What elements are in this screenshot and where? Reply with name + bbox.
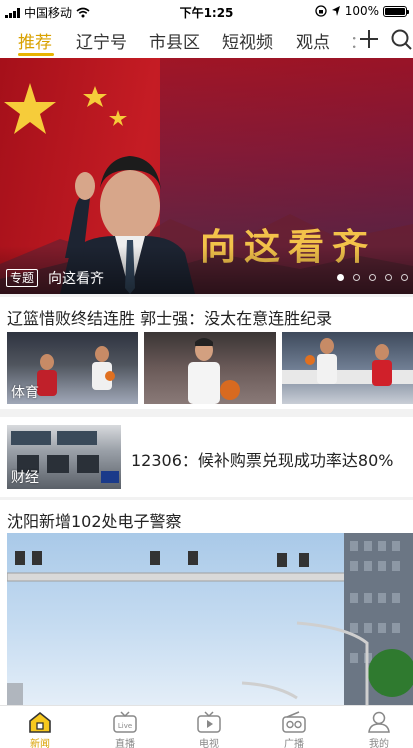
bottom-nav: 新闻 Live 直播 电视 广播 我的 (0, 705, 413, 748)
nav-tv[interactable]: 电视 (184, 710, 234, 748)
location-icon (331, 6, 340, 16)
nav-label: 电视 (199, 739, 219, 748)
search-icon[interactable] (390, 28, 412, 50)
nav-radio[interactable]: 广播 (269, 710, 319, 748)
home-icon (29, 711, 51, 733)
tab-liaoning[interactable]: 辽宁号 (76, 28, 127, 53)
tab-recommend[interactable]: 推荐 (18, 28, 52, 53)
category-label: 财经 (11, 470, 39, 486)
nav-me[interactable]: 我的 (354, 710, 404, 748)
category-label: 体育 (11, 385, 39, 401)
plus-icon[interactable] (357, 27, 381, 51)
article-title: 辽篮惜败终结连胜 郭士强：没太在意连胜纪录 (7, 309, 333, 328)
battery-percent: 100% (344, 4, 379, 18)
tab-opinion[interactable]: 观点 (296, 28, 330, 53)
radio-icon (282, 711, 306, 733)
rotation-lock-icon (315, 5, 327, 17)
article-image (282, 332, 413, 404)
battery-icon (383, 5, 409, 17)
nav-label: 直播 (115, 739, 135, 748)
svg-text:Live: Live (118, 722, 132, 730)
article-card-traffic[interactable]: 沈阳新增102处电子警察 (0, 500, 413, 705)
nav-live[interactable]: Live 直播 (100, 710, 150, 748)
tab-county[interactable]: 市县区 (149, 28, 200, 53)
article-image (7, 533, 413, 705)
status-bar: 中国移动 下午1:25 100% (0, 0, 413, 22)
carousel-indicator (337, 274, 408, 281)
carousel-dot[interactable] (401, 274, 408, 281)
article-image (144, 332, 276, 404)
tab-short-video[interactable]: 短视频 (222, 28, 273, 53)
nav-label: 广播 (284, 739, 304, 748)
nav-news[interactable]: 新闻 (15, 710, 65, 748)
live-tv-icon: Live (113, 711, 137, 733)
article-image: 财经 (7, 425, 121, 489)
carousel-dot[interactable] (337, 274, 344, 281)
active-tab-indicator (18, 53, 54, 56)
banner-tag: 专题 (6, 269, 39, 287)
carousel-dot[interactable] (353, 274, 360, 281)
channel-tabs: 推荐 辽宁号 市县区 短视频 观点 ： (0, 22, 413, 58)
nav-label: 我的 (369, 739, 389, 748)
article-card-sports[interactable]: 辽篮惜败终结连胜 郭士强：没太在意连胜纪录 体育 (0, 297, 413, 409)
article-title: 12306：候补购票兑现成功率达80% (131, 451, 394, 470)
article-title: 沈阳新增102处电子警察 (7, 512, 182, 531)
carousel-dot[interactable] (369, 274, 376, 281)
featured-banner[interactable]: 向这看齐 专题 向这看齐 (0, 58, 413, 294)
tv-play-icon (197, 711, 221, 733)
article-card-finance[interactable]: 财经 12306：候补购票兑现成功率达80% (0, 417, 413, 497)
banner-caption: 向这看齐 (48, 271, 104, 287)
user-icon (368, 711, 390, 733)
nav-label: 新闻 (30, 739, 50, 748)
carousel-dot[interactable] (385, 274, 392, 281)
article-image: 体育 (7, 332, 138, 404)
